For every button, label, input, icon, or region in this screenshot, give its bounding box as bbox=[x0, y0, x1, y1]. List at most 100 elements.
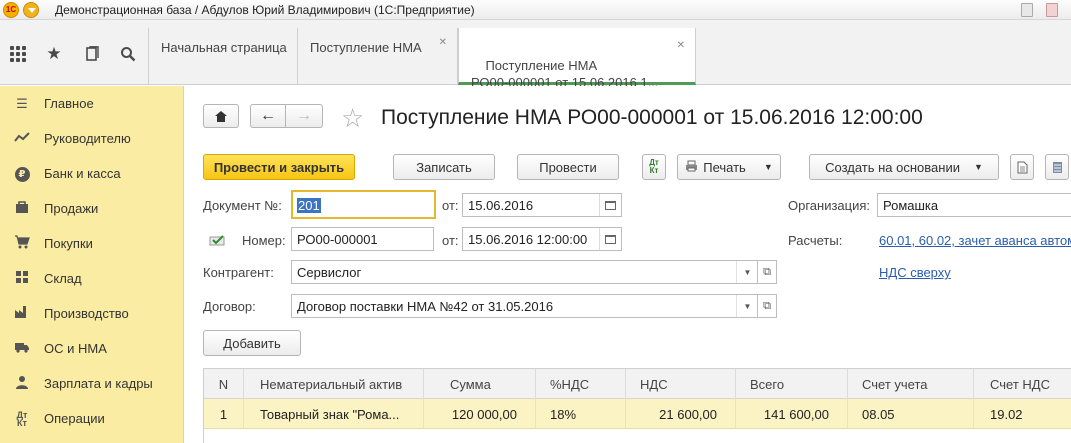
table-cell[interactable]: 1 bbox=[204, 399, 244, 429]
top-panel: ★ Начальная страница Поступление НМА ✕ П… bbox=[0, 20, 1071, 90]
sidebar-item-label: Продажи bbox=[44, 201, 99, 216]
column-header[interactable]: N bbox=[204, 369, 244, 399]
search-icon[interactable] bbox=[118, 44, 138, 64]
tab-label: Поступление НМА bbox=[310, 40, 422, 55]
ruble-icon: ₽ bbox=[0, 165, 44, 182]
minimize-icon[interactable] bbox=[1021, 3, 1033, 17]
table-row[interactable]: 1 Товарный знак "Рома... 120 000,00 18% … bbox=[204, 399, 1071, 429]
column-header[interactable]: Всего bbox=[736, 369, 848, 399]
calendar-icon[interactable] bbox=[599, 194, 621, 216]
column-header[interactable]: Нематериальный актив bbox=[244, 369, 424, 399]
contract-input[interactable]: Договор поставки НМА №42 от 31.05.2016 ▼ bbox=[291, 294, 759, 318]
posted-check-icon bbox=[209, 234, 226, 249]
sidebar-item-label: Операции bbox=[44, 411, 105, 426]
column-header[interactable]: %НДС bbox=[536, 369, 626, 399]
tab-home[interactable]: Начальная страница bbox=[148, 28, 298, 85]
document-icon bbox=[1017, 161, 1027, 173]
list-icon bbox=[1052, 161, 1062, 173]
history-icon[interactable] bbox=[82, 44, 102, 64]
sidebar-item-label: Руководителю bbox=[44, 131, 131, 146]
column-header[interactable]: Сумма bbox=[424, 369, 536, 399]
post-and-close-button[interactable]: Провести и закрыть bbox=[203, 154, 355, 180]
document-form: ← → ☆ Поступление НМА РО00-000001 от 15.… bbox=[185, 86, 1071, 443]
doc-number-value: 201 bbox=[297, 198, 321, 213]
arrow-right-icon: → bbox=[296, 107, 312, 124]
number-value: РО00-000001 bbox=[297, 232, 378, 247]
doc-date-input[interactable]: 15.06.2016 bbox=[462, 193, 622, 217]
document-report-button[interactable] bbox=[1010, 154, 1034, 180]
back-button[interactable]: ← bbox=[250, 104, 286, 128]
structure-button[interactable] bbox=[1045, 154, 1069, 180]
calendar-icon[interactable] bbox=[599, 228, 621, 250]
table-cell[interactable]: 21 600,00 bbox=[626, 399, 736, 429]
column-header[interactable]: Счет НДС bbox=[974, 369, 1071, 399]
tab-nma-list[interactable]: Поступление НМА ✕ bbox=[298, 28, 458, 85]
dt-kt-icon: Дт Кт bbox=[16, 409, 28, 428]
close-tab-icon[interactable]: ✕ bbox=[677, 37, 685, 54]
close-window-icon[interactable] bbox=[1046, 3, 1058, 17]
favorite-star-icon[interactable]: ☆ bbox=[341, 103, 364, 134]
home-button[interactable] bbox=[203, 104, 239, 128]
page-title: Поступление НМА РО00-000001 от 15.06.201… bbox=[381, 106, 923, 129]
table-cell[interactable]: 18% bbox=[536, 399, 626, 429]
sidebar-item-payroll[interactable]: Зарплата и кадры bbox=[0, 366, 183, 401]
settlements-link[interactable]: 60.01, 60.02, зачет аванса автом bbox=[879, 233, 1071, 248]
main-menu-icon[interactable] bbox=[23, 2, 39, 18]
column-header[interactable]: Счет учета bbox=[848, 369, 974, 399]
sidebar-item-label: ОС и НМА bbox=[44, 341, 107, 356]
forward-button[interactable]: → bbox=[285, 104, 323, 128]
warehouse-icon bbox=[0, 270, 44, 287]
sidebar-item-operations[interactable]: Дт Кт Операции bbox=[0, 401, 183, 436]
doc-number-input[interactable]: 201 bbox=[291, 190, 436, 219]
sidebar-item-purchases[interactable]: Покупки bbox=[0, 226, 183, 261]
table-cell[interactable]: 141 600,00 bbox=[736, 399, 848, 429]
sidebar-item-fixed-assets[interactable]: ОС и НМА bbox=[0, 331, 183, 366]
close-tab-icon[interactable]: ✕ bbox=[439, 37, 447, 48]
truck-icon bbox=[0, 341, 44, 356]
counterparty-label: Контрагент: bbox=[203, 265, 274, 280]
star-icon[interactable]: ★ bbox=[44, 44, 64, 64]
contract-value: Договор поставки НМА №42 от 31.05.2016 bbox=[297, 299, 554, 314]
table-cell[interactable]: 08.05 bbox=[848, 399, 974, 429]
sidebar-item-label: Банк и касса bbox=[44, 166, 121, 181]
print-button[interactable]: Печать ▼ bbox=[677, 154, 781, 180]
date-label: от: bbox=[442, 198, 459, 213]
apps-grid-icon[interactable] bbox=[8, 44, 28, 64]
dt-kt-button[interactable]: Дт Кт bbox=[642, 154, 666, 180]
open-counterparty-button[interactable]: ⧉ bbox=[757, 260, 777, 284]
contract-label: Договор: bbox=[203, 299, 256, 314]
bag-icon bbox=[0, 200, 44, 217]
sidebar-item-warehouse[interactable]: Склад bbox=[0, 261, 183, 296]
person-icon bbox=[0, 375, 44, 392]
button-label: Провести bbox=[539, 159, 597, 175]
organization-input[interactable]: Ромашка bbox=[877, 193, 1071, 217]
table-cell[interactable]: 19.02 bbox=[974, 399, 1071, 429]
number-date-value: 15.06.2016 12:00:00 bbox=[468, 232, 588, 247]
chevron-down-icon[interactable]: ▼ bbox=[736, 261, 758, 283]
sidebar-item-sales[interactable]: Продажи bbox=[0, 191, 183, 226]
number-input[interactable]: РО00-000001 bbox=[291, 227, 434, 251]
sidebar-item-bank[interactable]: ₽ Банк и касса bbox=[0, 156, 183, 191]
counterparty-input[interactable]: Сервислог ▼ bbox=[291, 260, 759, 284]
nma-table: N Нематериальный актив Сумма %НДС НДС Вс… bbox=[203, 368, 1071, 443]
factory-icon bbox=[0, 305, 44, 322]
sidebar-item-main[interactable]: ☰ Главное bbox=[0, 86, 183, 121]
chevron-down-icon[interactable]: ▼ bbox=[736, 295, 758, 317]
add-row-button[interactable]: Добавить bbox=[203, 330, 301, 356]
number-date-input[interactable]: 15.06.2016 12:00:00 bbox=[462, 227, 622, 251]
sidebar-item-manager[interactable]: Руководителю bbox=[0, 121, 183, 156]
create-based-on-button[interactable]: Создать на основании ▼ bbox=[809, 154, 999, 180]
sidebar-item-production[interactable]: Производство bbox=[0, 296, 183, 331]
vat-on-top-link[interactable]: НДС сверху bbox=[879, 265, 951, 280]
number-date-label: от: bbox=[442, 233, 459, 248]
table-cell[interactable]: Товарный знак "Рома... bbox=[244, 399, 424, 429]
chevron-down-icon: ▼ bbox=[973, 162, 983, 172]
sidebar: ☰ Главное Руководителю ₽ Банк и касса Пр… bbox=[0, 86, 184, 443]
open-contract-button[interactable]: ⧉ bbox=[757, 294, 777, 318]
column-header[interactable]: НДС bbox=[626, 369, 736, 399]
post-button[interactable]: Провести bbox=[517, 154, 619, 180]
button-label: Записать bbox=[416, 159, 472, 175]
table-cell[interactable]: 120 000,00 bbox=[424, 399, 536, 429]
save-button[interactable]: Записать bbox=[393, 154, 495, 180]
tab-nma-document[interactable]: Поступление НМА РО00-000001 от 15.06.201… bbox=[458, 28, 696, 90]
